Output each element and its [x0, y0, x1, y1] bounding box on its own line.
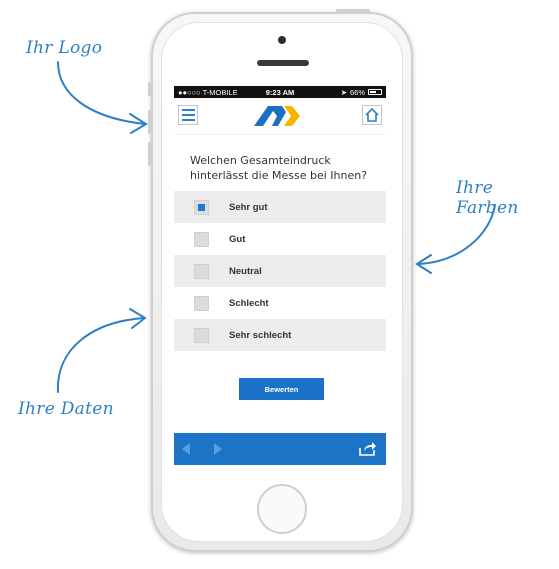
annotation-logo: Ihr Logo — [26, 38, 103, 58]
status-bar: ●●○○○ T-MOBILE 9:23 AM ➤ 66% — [174, 86, 386, 98]
power-button — [336, 9, 370, 12]
answer-options: Sehr gut Gut Neutral Schlecht Sehr schle… — [174, 191, 386, 351]
submit-rating-button[interactable]: Bewerten — [239, 378, 324, 400]
arrow-to-logo — [57, 61, 146, 125]
phone-screen: ●●○○○ T-MOBILE 9:23 AM ➤ 66% Welchen Ges… — [174, 86, 386, 465]
arrow-left-icon[interactable] — [182, 443, 190, 455]
volume-up-button — [148, 110, 151, 134]
arrow-head-data — [129, 308, 147, 329]
option-sehr-gut[interactable]: Sehr gut — [174, 191, 386, 223]
annotation-data: Ihre Daten — [18, 399, 114, 419]
option-schlecht[interactable]: Schlecht — [174, 287, 386, 319]
silent-switch — [148, 82, 151, 96]
home-icon — [365, 107, 379, 122]
checkbox-neutral[interactable] — [194, 263, 209, 279]
option-label: Sehr gut — [229, 201, 268, 213]
share-icon[interactable] — [358, 441, 376, 457]
option-label: Sehr schlecht — [229, 329, 292, 341]
home-button[interactable] — [257, 484, 307, 534]
option-label: Schlecht — [229, 297, 269, 309]
checkbox-sehr-gut[interactable] — [194, 199, 209, 215]
logo-blue-shape — [254, 106, 286, 126]
earpiece-speaker — [257, 60, 309, 66]
front-camera — [278, 36, 286, 44]
arrow-head-logo — [129, 113, 148, 134]
bottom-toolbar — [174, 433, 386, 465]
battery-icon — [368, 89, 382, 95]
home-nav-button[interactable] — [362, 105, 382, 125]
option-sehr-schlecht[interactable]: Sehr schlecht — [174, 319, 386, 351]
arrow-to-screen-data — [56, 317, 145, 393]
arrow-right-icon[interactable] — [214, 443, 222, 455]
brand-logo — [254, 106, 300, 126]
hamburger-icon — [181, 109, 195, 111]
status-time: 9:23 AM — [265, 87, 295, 97]
option-label: Gut — [229, 233, 246, 245]
volume-down-button — [148, 142, 151, 166]
option-gut[interactable]: Gut — [174, 223, 386, 255]
option-neutral[interactable]: Neutral — [174, 255, 386, 287]
option-label: Neutral — [229, 265, 262, 277]
checkbox-sehr-schlecht[interactable] — [194, 327, 209, 343]
checkbox-gut[interactable] — [194, 231, 209, 247]
app-header — [174, 98, 386, 135]
arrow-head-colors — [415, 254, 432, 274]
checkbox-schlecht[interactable] — [194, 295, 209, 311]
logo-yellow-shape — [284, 106, 300, 126]
annotation-colors: Ihre Farben — [456, 178, 519, 218]
survey-question: Welchen Gesamteindruck hinterlässt die M… — [190, 154, 368, 182]
hamburger-menu-button[interactable] — [178, 105, 198, 125]
